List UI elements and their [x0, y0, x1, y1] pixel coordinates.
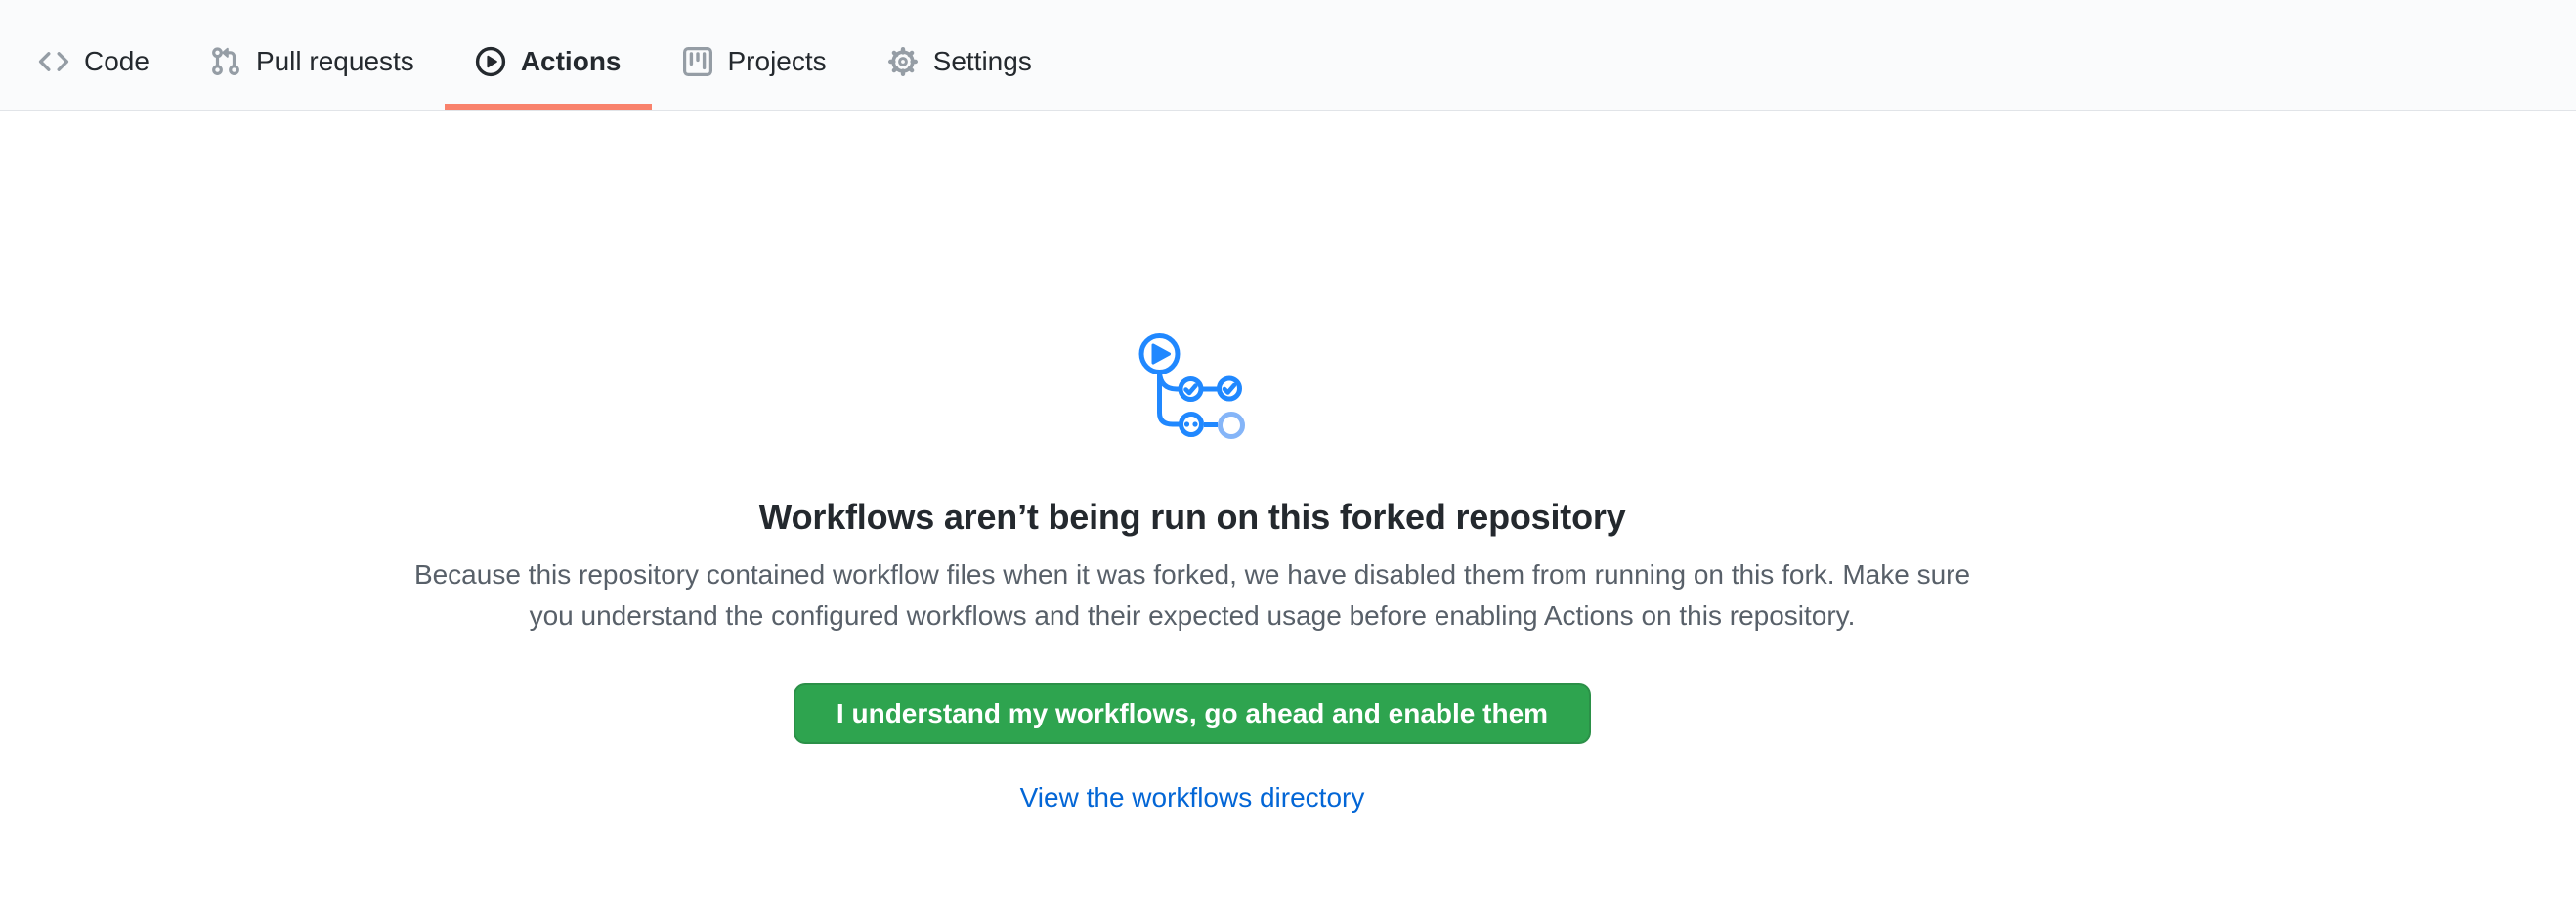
enable-workflows-button[interactable]: I understand my workflows, go ahead and … — [794, 683, 1591, 744]
tab-settings[interactable]: Settings — [857, 0, 1062, 110]
tab-projects-label: Projects — [728, 48, 827, 75]
code-icon — [38, 46, 69, 77]
tab-pull-requests-label: Pull requests — [256, 48, 414, 75]
actions-disabled-page: Workflows aren’t being run on this forke… — [0, 330, 2576, 814]
tab-settings-label: Settings — [933, 48, 1032, 75]
view-workflows-directory-link[interactable]: View the workflows directory — [1020, 781, 1365, 814]
tab-actions-label: Actions — [521, 48, 622, 75]
repo-tab-navigation: Code Pull requests Actions — [0, 0, 2576, 111]
description-text: Because this repository contained workfl… — [396, 554, 1989, 637]
tab-actions[interactable]: Actions — [445, 0, 652, 110]
blankslate: Workflows aren’t being run on this forke… — [0, 330, 2384, 814]
tab-code[interactable]: Code — [8, 0, 180, 110]
project-icon — [682, 46, 713, 77]
gear-icon — [887, 46, 919, 77]
play-icon — [475, 46, 506, 77]
tab-projects[interactable]: Projects — [652, 0, 857, 110]
tab-code-label: Code — [84, 48, 150, 75]
tab-pull-requests[interactable]: Pull requests — [180, 0, 445, 110]
git-pull-request-icon — [210, 46, 241, 77]
page-title: Workflows aren’t being run on this forke… — [0, 496, 2384, 539]
workflow-icon — [1136, 330, 1249, 443]
